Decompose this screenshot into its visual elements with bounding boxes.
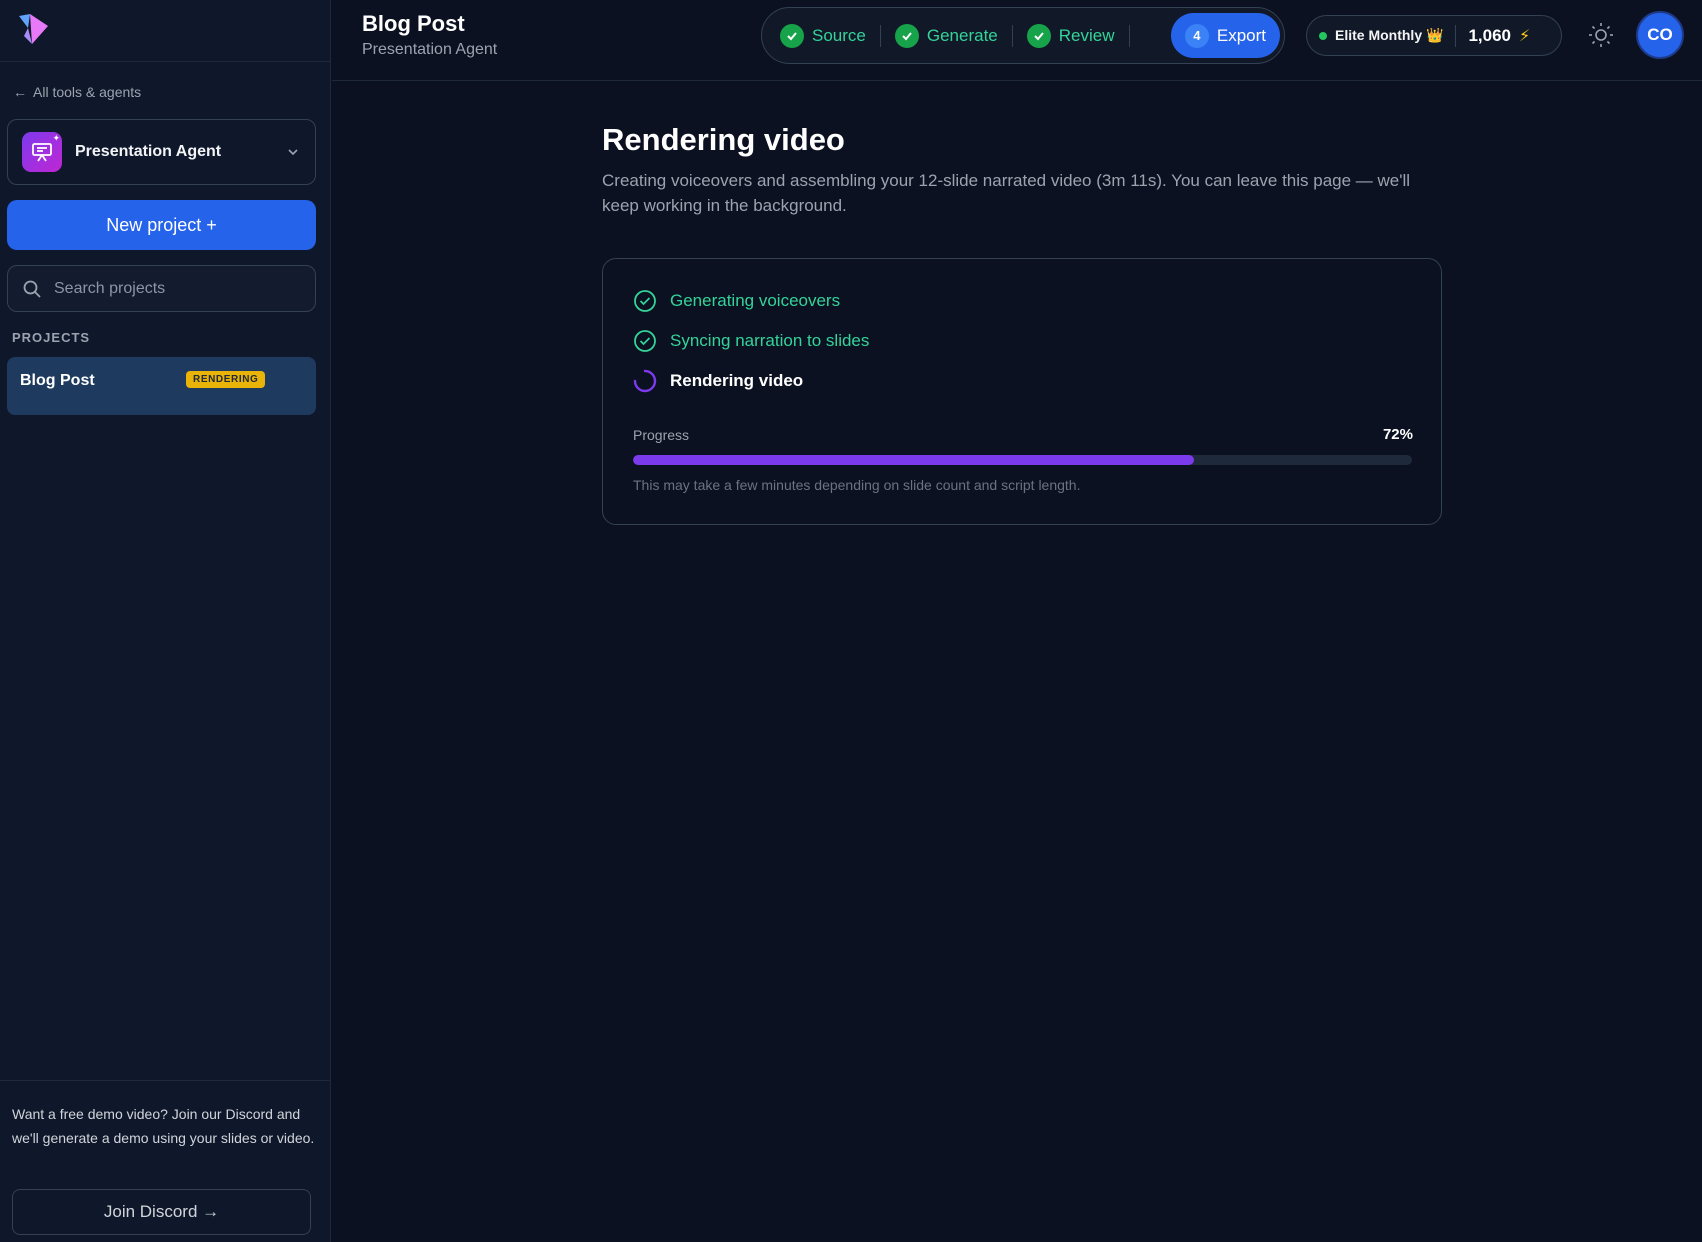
workflow-stepper: Source Generate Review 4 Export: [761, 7, 1285, 64]
divider: [1455, 24, 1457, 47]
join-discord-button[interactable]: Join Discord →: [12, 1189, 311, 1235]
page-title: Blog Post: [362, 11, 465, 36]
project-item[interactable]: Blog Post RENDERING: [7, 357, 316, 415]
main-title: Rendering video: [602, 122, 845, 157]
bolt-icon: ⚡: [1518, 27, 1531, 45]
credits-count: 1,060: [1468, 25, 1511, 45]
step-review[interactable]: Review: [1013, 13, 1129, 58]
chevron-down-icon: [288, 149, 298, 156]
check-icon: [1026, 23, 1051, 48]
task-label: Generating voiceovers: [670, 291, 841, 310]
sun-icon[interactable]: [1587, 21, 1615, 49]
plan-name: Elite Monthly 👑: [1335, 27, 1444, 43]
spinner-icon: [633, 369, 657, 393]
progress-note: This may take a few minutes depending on…: [633, 477, 1081, 493]
check-icon: [894, 23, 919, 48]
step-label: Review: [1058, 25, 1115, 45]
search-box: [7, 265, 316, 312]
task-label: Rendering video: [670, 371, 804, 390]
arrow-left-icon: ←: [13, 84, 27, 100]
progress-value: 72%: [1382, 426, 1413, 443]
step-label: Export: [1216, 25, 1266, 45]
back-to-tools-link[interactable]: ← All tools & agents: [13, 84, 141, 100]
search-icon: [23, 280, 41, 298]
progress-label: Progress: [633, 427, 690, 443]
page-subtitle: Presentation Agent: [362, 41, 498, 58]
plan-credits-pill[interactable]: Elite Monthly 👑 1,060 ⚡: [1306, 15, 1562, 56]
progress-fill: [633, 455, 1194, 465]
back-link-label: All tools & agents: [33, 84, 142, 100]
render-progress-card: Generating voiceovers Syncing narration …: [602, 258, 1442, 525]
step-label: Source: [812, 25, 866, 45]
check-circle-icon: [634, 330, 656, 352]
discord-promo-text: Want a free demo video? Join our Discord…: [12, 1106, 315, 1146]
agent-selector[interactable]: ✦ Presentation Agent: [7, 119, 316, 185]
main-description: Creating voiceovers and assembling your …: [602, 171, 1411, 215]
new-project-button[interactable]: New project +: [7, 200, 316, 250]
top-bar: Blog Post Presentation Agent Source Gene…: [332, 0, 1702, 81]
task-item: Rendering video: [633, 369, 803, 393]
avatar[interactable]: CO: [1636, 11, 1684, 59]
progress-bar: [633, 455, 1412, 465]
step-source[interactable]: Source: [766, 13, 880, 58]
step-export[interactable]: 4 Export: [1170, 13, 1280, 58]
status-badge: RENDERING: [186, 370, 266, 388]
task-label: Syncing narration to slides: [670, 331, 870, 350]
step-label: Generate: [926, 25, 998, 45]
divider: [0, 61, 331, 62]
check-circle-icon: [634, 290, 656, 312]
divider: [0, 1080, 331, 1081]
task-item: Generating voiceovers: [633, 289, 840, 313]
project-name: Blog Post: [20, 372, 95, 389]
status-dot: [1319, 31, 1327, 40]
presentation-icon: ✦: [22, 132, 62, 172]
check-icon: [780, 23, 804, 48]
step-number: 4: [1184, 23, 1209, 48]
search-input[interactable]: [54, 279, 294, 298]
app-logo[interactable]: [16, 10, 50, 46]
divider: [1128, 24, 1130, 47]
sidebar: ← All tools & agents ✦ Presentation Agen…: [0, 0, 331, 1242]
agent-name: Presentation Agent: [75, 143, 222, 160]
step-generate[interactable]: Generate: [881, 13, 1012, 58]
projects-heading: PROJECTS: [12, 330, 91, 345]
task-item: Syncing narration to slides: [633, 329, 869, 353]
